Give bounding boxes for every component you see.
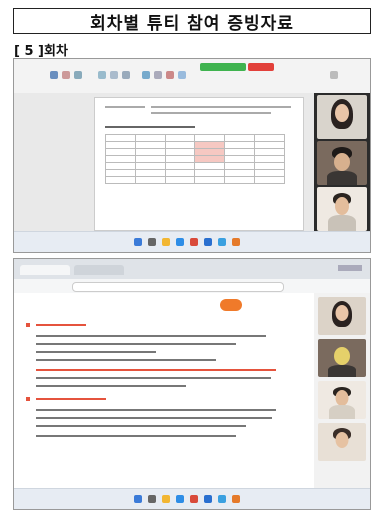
browser-address-bar <box>14 279 370 294</box>
doc-text-line <box>151 106 291 108</box>
app-icon[interactable] <box>232 495 240 503</box>
video-participants-panel <box>314 293 370 489</box>
format-icon[interactable] <box>62 71 70 79</box>
windows-taskbar <box>14 231 370 252</box>
lecture-slide <box>14 293 314 509</box>
browser-tab[interactable] <box>20 265 70 275</box>
url-input[interactable] <box>72 282 284 292</box>
document-page[interactable] <box>94 97 304 231</box>
settings-icon[interactable] <box>330 71 338 79</box>
bold-icon[interactable] <box>110 71 118 79</box>
paste-icon[interactable] <box>50 71 58 79</box>
doc-table <box>105 134 285 184</box>
insert-icon[interactable] <box>178 71 186 79</box>
slide-text-line <box>36 417 272 419</box>
slide-badge <box>220 299 242 311</box>
doc-text-line <box>105 106 145 108</box>
word-icon[interactable] <box>204 495 212 503</box>
browser-tab[interactable] <box>74 265 124 275</box>
doc-heading-line <box>105 126 195 128</box>
list-icon[interactable] <box>154 71 162 79</box>
slide-text-line <box>36 343 236 345</box>
search-icon[interactable] <box>148 495 156 503</box>
session-label: [ 5 ]회차 <box>14 44 68 59</box>
share-button[interactable] <box>200 63 246 71</box>
word-icon[interactable] <box>204 238 212 246</box>
participant-video[interactable] <box>318 339 366 377</box>
participant-video[interactable] <box>318 423 366 461</box>
windows-taskbar <box>14 488 370 509</box>
slide-highlight-line <box>36 369 276 371</box>
page-title: 회차별 튜티 참여 증빙자료 <box>13 8 371 34</box>
window-controls[interactable] <box>338 265 362 271</box>
video-participants-panel <box>314 93 370 233</box>
slide-heading <box>36 398 106 400</box>
doc-text-line <box>151 112 271 114</box>
bullet-icon <box>26 397 30 401</box>
start-icon[interactable] <box>134 238 142 246</box>
folder-icon[interactable] <box>162 495 170 503</box>
participant-video[interactable] <box>318 381 366 419</box>
slide-text-line <box>36 359 216 361</box>
bullet-icon <box>26 323 30 327</box>
browser-icon[interactable] <box>176 238 184 246</box>
font-icon[interactable] <box>98 71 106 79</box>
folder-icon[interactable] <box>162 238 170 246</box>
evidence-page: 회차별 튜티 참여 증빙자료 [ 5 ]회차 <box>0 0 383 517</box>
participant-video[interactable] <box>317 95 367 139</box>
align-icon[interactable] <box>142 71 150 79</box>
participant-video[interactable] <box>317 187 367 231</box>
italic-icon[interactable] <box>122 71 130 79</box>
slide-heading <box>36 324 86 326</box>
search-icon[interactable] <box>148 238 156 246</box>
leave-button[interactable] <box>248 63 274 71</box>
app-icon[interactable] <box>190 495 198 503</box>
start-icon[interactable] <box>134 495 142 503</box>
browser-tab-bar <box>14 259 370 279</box>
copy-icon[interactable] <box>74 71 82 79</box>
page-title-text: 회차별 튜티 참여 증빙자료 <box>90 13 294 34</box>
app-icon[interactable] <box>190 238 198 246</box>
document-canvas <box>14 93 314 231</box>
participant-video[interactable] <box>318 297 366 335</box>
app-icon[interactable] <box>232 238 240 246</box>
zoom-icon[interactable] <box>218 495 226 503</box>
screenshot-lecture-session <box>13 258 371 510</box>
editor-ribbon <box>14 59 370 94</box>
browser-icon[interactable] <box>176 495 184 503</box>
slide-text-line <box>36 425 246 427</box>
zoom-icon[interactable] <box>218 238 226 246</box>
slide-text-line <box>36 435 236 437</box>
slide-text-line <box>36 377 271 379</box>
slide-text-line <box>36 335 266 337</box>
table-icon[interactable] <box>166 71 174 79</box>
slide-text-line <box>36 385 186 387</box>
screenshot-document-session <box>13 58 371 253</box>
slide-text-line <box>36 409 276 411</box>
participant-video[interactable] <box>317 141 367 185</box>
slide-text-line <box>36 351 156 353</box>
